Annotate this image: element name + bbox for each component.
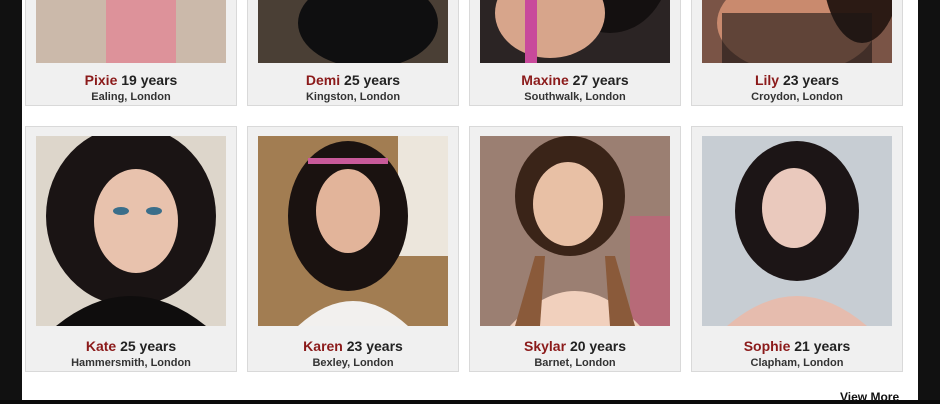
profile-name[interactable]: Skylar [524,338,566,354]
profile-photo-image [480,0,670,63]
profile-photo[interactable] [702,0,892,63]
profile-location: Croydon, London [751,91,843,103]
profile-photo[interactable] [702,136,892,326]
profile-age: 19 years [121,72,178,88]
profile-name[interactable]: Sophie [744,338,791,354]
profile-photo-image [702,0,892,63]
profile-photo[interactable] [36,136,226,326]
profile-name[interactable]: Karen [303,338,343,354]
profile-age: 23 years [782,72,840,88]
profile-age: 23 years [346,338,403,354]
profile-card-demi[interactable]: Demi 25 years Kingston, London [247,0,459,106]
profile-name-line: Maxine 27 years [470,72,680,88]
profile-photo[interactable] [258,0,448,63]
profile-card-maxine[interactable]: Maxine 27 years Southwalk, London [469,0,681,106]
profile-name[interactable]: Kate [86,338,116,354]
profile-name-line: Pixie 19 years [26,72,236,88]
profile-photo[interactable] [36,0,226,63]
profile-name-line: Karen 23 years [248,338,458,354]
profile-photo-image [258,136,448,326]
profile-name-line: Skylar 20 years [470,338,680,354]
profile-location: Clapham, London [750,357,844,369]
profile-photo-image [36,136,226,326]
profile-card-kate[interactable]: Kate 25 years Hammersmith, London [25,126,237,372]
profile-photo[interactable] [480,136,670,326]
page-frame: Pixie 19 years Ealing, London Demi 25 ye… [0,0,940,404]
profile-photo[interactable] [258,136,448,326]
profile-name[interactable]: Maxine [521,72,568,88]
profile-age: 20 years [569,338,626,354]
profile-photo[interactable] [480,0,670,63]
profile-age: 25 years [344,72,401,88]
profile-location: Barnet, London [534,357,616,369]
profile-card-sophie[interactable]: Sophie 21 years Clapham, London [691,126,903,372]
profile-name[interactable]: Lily [755,72,779,88]
profile-photo-image [258,0,448,63]
profile-age: 27 years [572,72,629,88]
profile-location: Bexley, London [312,357,394,369]
profile-name-line: Lily 23 years [692,72,902,88]
profile-photo-image [36,0,226,63]
profile-name-line: Sophie 21 years [692,338,902,354]
profile-location: Hammersmith, London [71,357,191,369]
view-more-link[interactable]: View More [840,390,899,404]
profiles-panel: Pixie 19 years Ealing, London Demi 25 ye… [22,0,918,404]
profile-photo-image [702,136,892,326]
profile-location: Ealing, London [91,91,171,103]
profile-name[interactable]: Demi [306,72,340,88]
profile-name[interactable]: Pixie [85,72,118,88]
profile-card-karen[interactable]: Karen 23 years Bexley, London [247,126,459,372]
profile-location: Southwalk, London [524,91,626,103]
profile-name-line: Demi 25 years [248,72,458,88]
profile-photo-image [480,136,670,326]
profile-age: 25 years [120,338,177,354]
profile-location: Kingston, London [305,91,401,103]
profile-name-line: Kate 25 years [26,338,236,354]
profile-card-skylar[interactable]: Skylar 20 years Barnet, London [469,126,681,372]
profile-card-lily[interactable]: Lily 23 years Croydon, London [691,0,903,106]
profile-age: 21 years [794,338,851,354]
profile-card-pixie[interactable]: Pixie 19 years Ealing, London [25,0,237,106]
